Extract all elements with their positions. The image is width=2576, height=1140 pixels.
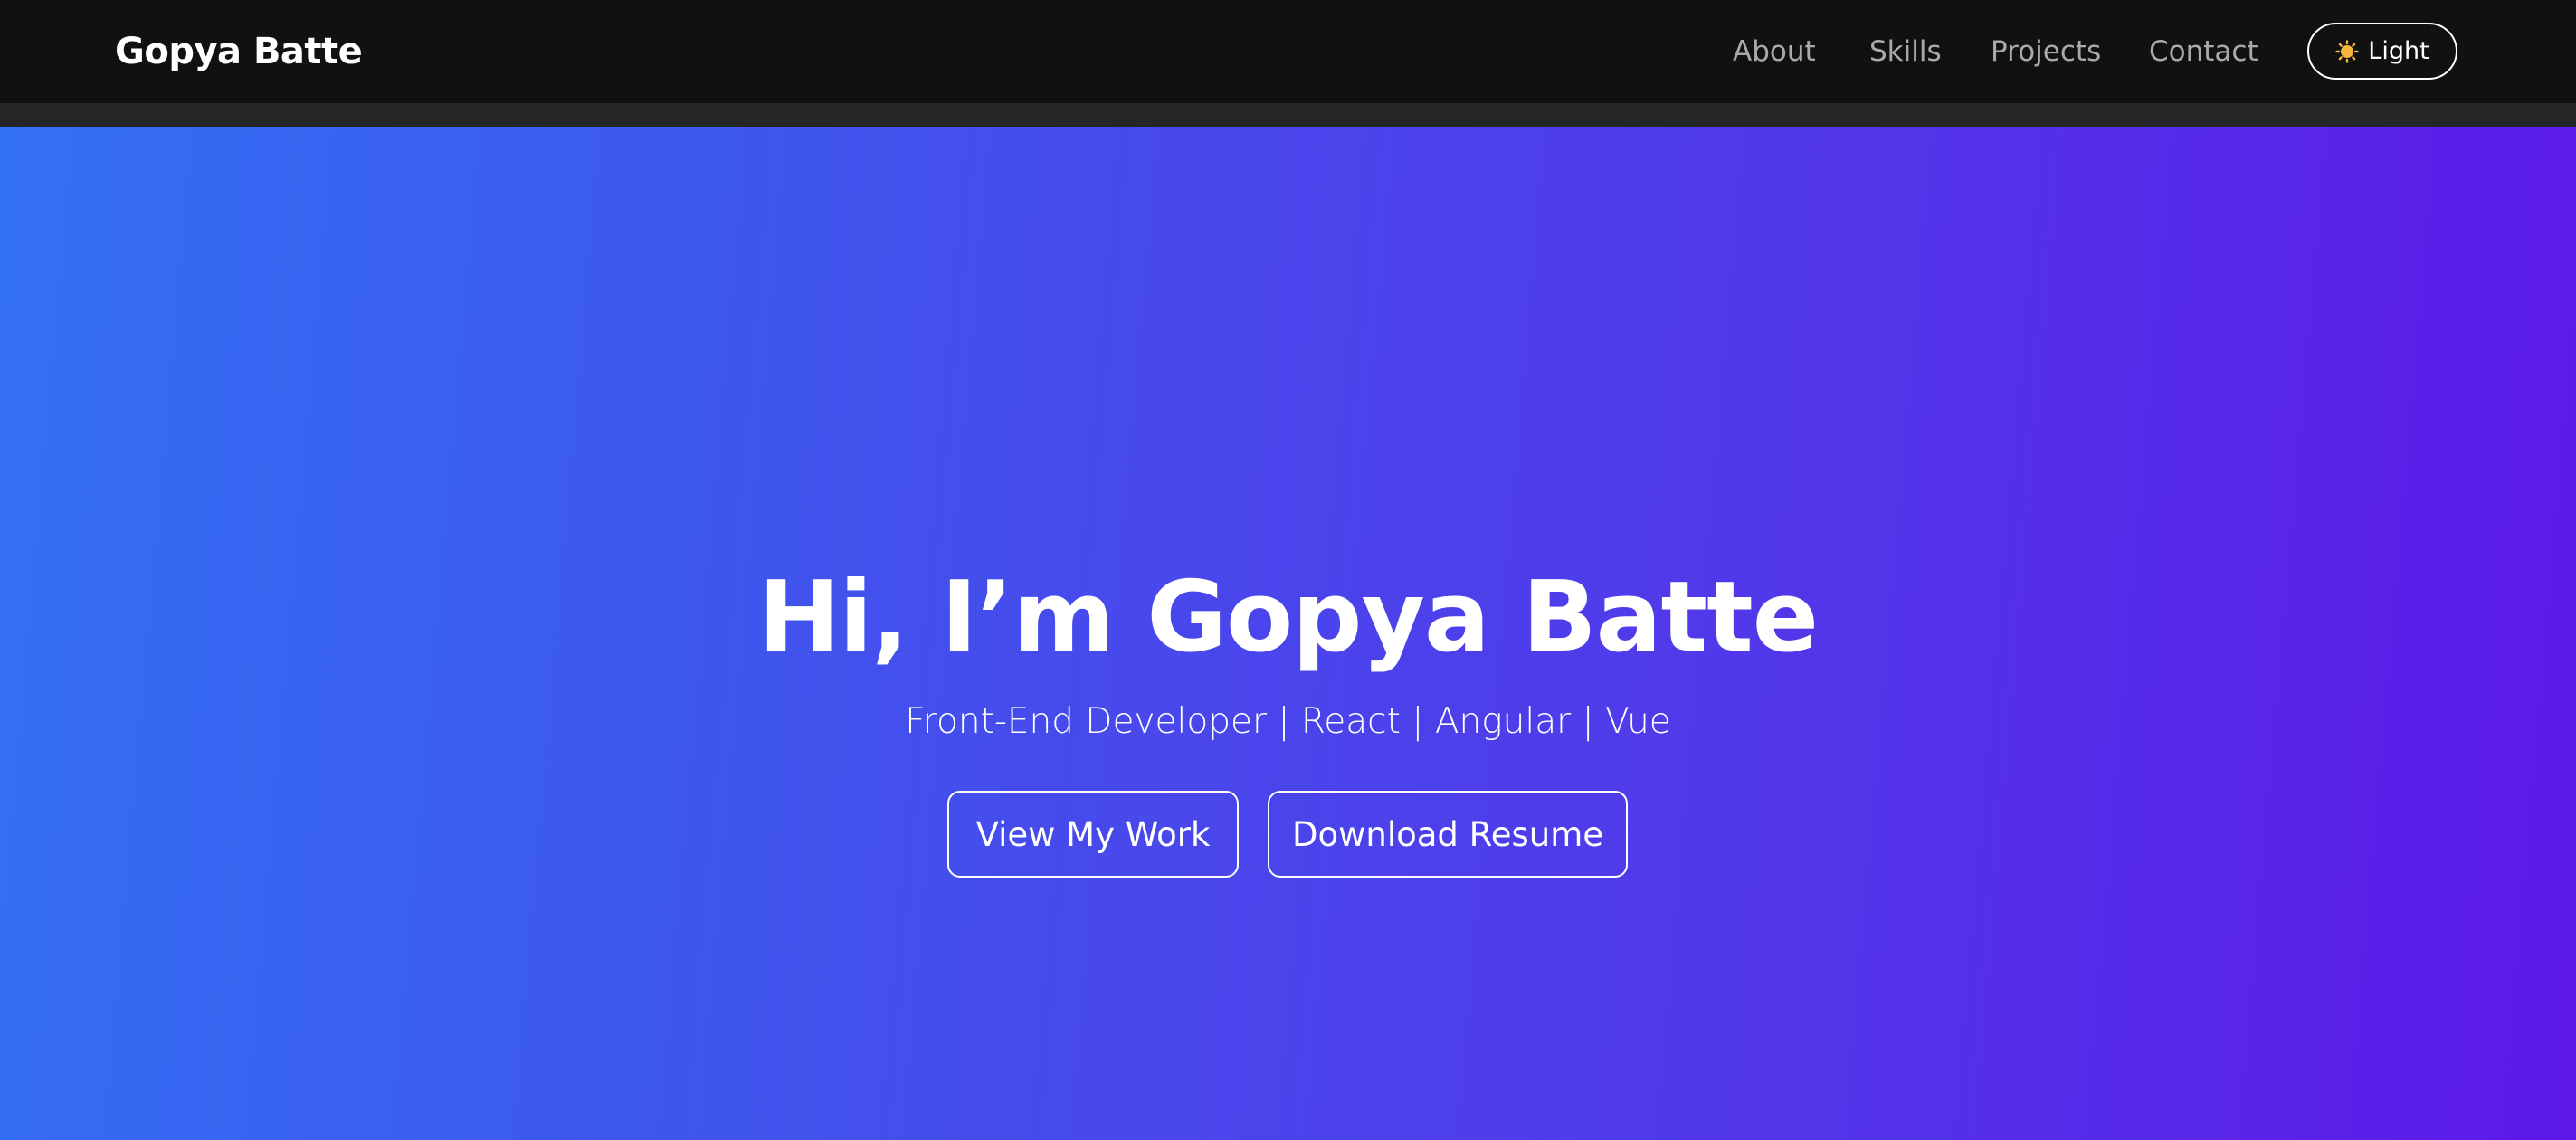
nav-link-projects[interactable]: Projects [1991, 0, 2101, 103]
view-work-button[interactable]: View My Work [947, 791, 1239, 878]
hero-title: Hi, I’m Gopya Batte [757, 561, 1819, 674]
navbar-divider [0, 103, 2576, 127]
nav-link-about[interactable]: About [1733, 0, 1816, 103]
navbar: Gopya Batte About Skills Projects Contac… [0, 0, 2576, 103]
nav-links: About Skills Projects Contact [0, 0, 2576, 103]
nav-link-contact[interactable]: Contact [2149, 0, 2258, 103]
sun-icon [2335, 39, 2359, 63]
hero-subtitle: Front-End Developer | React | Angular | … [905, 701, 1671, 742]
download-resume-button[interactable]: Download Resume [1268, 791, 1628, 878]
theme-toggle-button[interactable]: Light [2307, 23, 2457, 80]
nav-link-skills[interactable]: Skills [1869, 0, 1942, 103]
hero-section: Hi, I’m Gopya Batte Front-End Developer … [0, 127, 2576, 1140]
theme-toggle-label: Light [2368, 37, 2429, 65]
